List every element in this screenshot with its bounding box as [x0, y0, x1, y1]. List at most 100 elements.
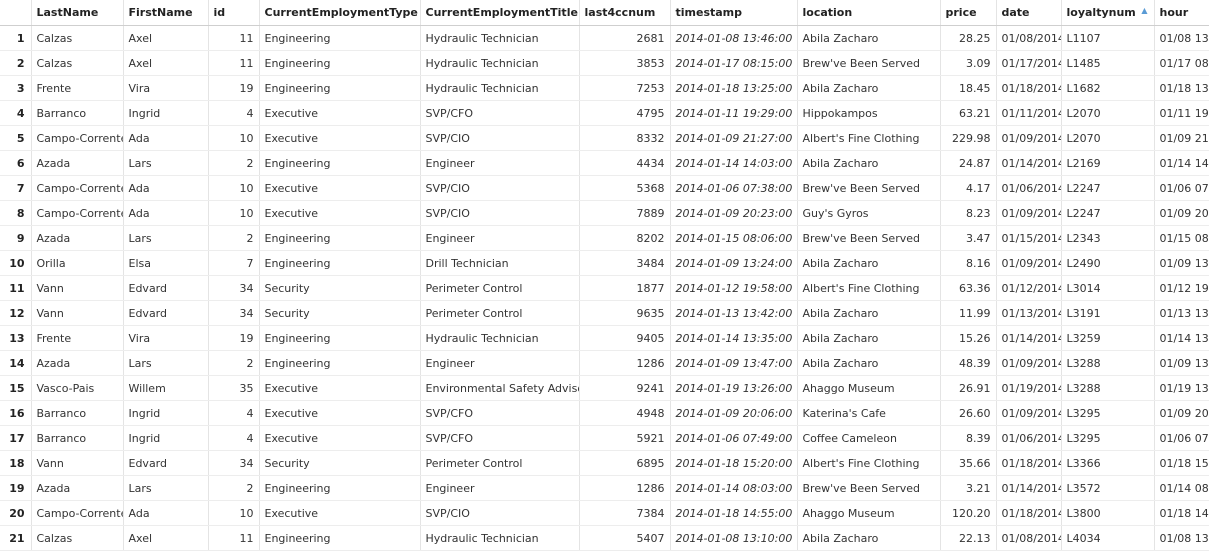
cell-value: Engineering [264, 231, 331, 245]
cell-value: 01/09/2014 [1001, 131, 1061, 145]
magnifier-icon[interactable]: ⚲ [796, 459, 797, 470]
table-row[interactable]: 1 Calzas Axel 11 Engineering Hydraulic Techni… [0, 25, 1209, 51]
cell-value: 2014-01-09 21:27:00 [675, 131, 793, 145]
sort-ascending-icon[interactable]: ▲ [1141, 6, 1147, 15]
table-row[interactable]: 15 Vasco-Pais Willem 35 Executive Environment… [0, 375, 1209, 401]
column-header-location[interactable]: location [797, 0, 941, 26]
magnifier-icon[interactable]: ⚲ [796, 434, 797, 445]
cell-value: 35.66 [959, 456, 991, 470]
table-row[interactable]: 3 Frente Vira 19 Engineering Hydraulic Techni… [0, 75, 1209, 101]
cell-value: 2014-01-09 13:24:00 [675, 256, 793, 270]
magnifier-icon[interactable]: ⚲ [796, 84, 797, 95]
cell-value: Ada [128, 206, 150, 220]
cell-loyaltynum: L3191 [1061, 300, 1155, 326]
magnifier-icon[interactable]: ⚲ [796, 134, 797, 145]
magnifier-icon[interactable]: ⚲ [796, 209, 797, 220]
magnifier-icon[interactable]: ⚲ [796, 509, 797, 520]
column-header-last4ccnum[interactable]: last4ccnum [579, 0, 671, 26]
cell-current-employment-title: SVP/CIO [420, 200, 580, 226]
table-row[interactable]: 10 Orilla Elsa 7 Engineering Drill Technician… [0, 250, 1209, 276]
cell-value: Engineering [264, 31, 331, 45]
cell-value: Vann [36, 306, 64, 320]
magnifier-icon[interactable]: ⚲ [796, 159, 797, 170]
column-header-label: timestamp [675, 6, 743, 19]
table-row[interactable]: 19 Azada Lars 2 Engineering Engineer 1286 2014-… [0, 475, 1209, 501]
cell-value: Executive [264, 506, 319, 520]
column-header-loyaltynum[interactable]: loyaltynum ▲ [1061, 0, 1155, 26]
cell-current-employment-type: Security [259, 275, 421, 301]
cell-value: 1877 [636, 281, 665, 295]
table-row[interactable]: 20 Campo-Corrente Ada 10 Executive SVP/CIO 738… [0, 500, 1209, 526]
magnifier-icon[interactable]: ⚲ [796, 384, 797, 395]
column-header-firstname[interactable]: FirstName [123, 0, 209, 26]
column-header-timestamp[interactable]: timestamp [670, 0, 798, 26]
cell-price: 4.17 [940, 175, 997, 201]
cell-lastname: Azada [31, 350, 124, 376]
column-header-date[interactable]: date [996, 0, 1062, 26]
magnifier-icon[interactable]: ⚲ [796, 309, 797, 320]
cell-location: Abila Zacharo [797, 525, 941, 551]
cell-location: Coffee Cameleon [797, 425, 941, 451]
table-row[interactable]: 13 Frente Vira 19 Engineering Hydraulic Techn… [0, 325, 1209, 351]
table-row[interactable]: 7 Campo-Corrente Ada 10 Executive SVP/CIO 5368… [0, 175, 1209, 201]
column-header-current-employment-title[interactable]: CurrentEmploymentTitle [420, 0, 580, 26]
column-header-price[interactable]: price [940, 0, 997, 26]
cell-id: 11 [208, 50, 260, 76]
magnifier-icon[interactable]: ⚲ [796, 284, 797, 295]
magnifier-icon[interactable]: ⚲ [796, 484, 797, 495]
magnifier-icon[interactable]: ⚲ [796, 359, 797, 370]
magnifier-icon[interactable]: ⚲ [796, 59, 797, 70]
cell-firstname: Ada [123, 125, 209, 151]
magnifier-icon[interactable]: ⚲ [796, 259, 797, 270]
magnifier-icon[interactable]: ⚲ [796, 34, 797, 45]
column-header-lastname[interactable]: LastName [31, 0, 124, 26]
table-row[interactable]: 18 Vann Edvard 34 Security Perimeter Control 6… [0, 450, 1209, 476]
cell-value: 4 [246, 431, 254, 445]
cell-date: 01/09/2014 [996, 350, 1062, 376]
cell-id: 34 [208, 275, 260, 301]
cell-value: 22.13 [959, 531, 991, 545]
cell-value: 1286 [636, 356, 665, 370]
cell-lastname: Barranco [31, 400, 124, 426]
table-row[interactable]: 17 Barranco Ingrid 4 Executive SVP/CFO 5921 201… [0, 425, 1209, 451]
cell-value: 2014-01-14 13:35:00 [675, 331, 793, 345]
cell-value: 01/18 13 [1159, 81, 1209, 95]
magnifier-icon[interactable]: ⚲ [796, 234, 797, 245]
cell-hour: 01/19 13 [1154, 375, 1209, 401]
column-header-current-employment-type[interactable]: CurrentEmploymentType [259, 0, 421, 26]
cell-current-employment-title: Perimeter Control [420, 300, 580, 326]
cell-hour: 01/12 19 [1154, 275, 1209, 301]
table-row[interactable]: 2 Calzas Axel 11 Engineering Hydraulic Techni… [0, 50, 1209, 76]
cell-lastname: Calzas [31, 525, 124, 551]
table-row[interactable]: 9 Azada Lars 2 Engineering Engineer 8202 2014-0… [0, 225, 1209, 251]
cell-value: Albert's Fine Clothing [802, 131, 920, 145]
cell-value: 01/06/2014 [1001, 431, 1061, 445]
table-row[interactable]: 11 Vann Edvard 34 Security Perimeter Control 1… [0, 275, 1209, 301]
column-header-row-number [0, 0, 32, 26]
table-row[interactable]: 16 Barranco Ingrid 4 Executive SVP/CFO 4948 201… [0, 400, 1209, 426]
cell-value: L3191 [1066, 306, 1101, 320]
table-row[interactable]: 8 Campo-Corrente Ada 10 Executive SVP/CIO 7889… [0, 200, 1209, 226]
cell-timestamp: 2014-01-08 13:46:00⚲ [670, 25, 798, 51]
table-row[interactable]: 14 Azada Lars 2 Engineering Engineer 1286 2014-… [0, 350, 1209, 376]
magnifier-icon[interactable]: ⚲ [796, 534, 797, 545]
cell-date: 01/11/2014 [996, 100, 1062, 126]
cell-date: 01/13/2014 [996, 300, 1062, 326]
cell-value: 2014-01-13 13:42:00 [675, 306, 793, 320]
magnifier-icon[interactable]: ⚲ [796, 409, 797, 420]
magnifier-icon[interactable]: ⚲ [796, 184, 797, 195]
table-row[interactable]: 12 Vann Edvard 34 Security Perimeter Control 9… [0, 300, 1209, 326]
table-row[interactable]: 4 Barranco Ingrid 4 Executive SVP/CFO 4795 2014… [0, 100, 1209, 126]
magnifier-icon[interactable]: ⚲ [796, 334, 797, 345]
table-row[interactable]: 5 Campo-Corrente Ada 10 Executive SVP/CIO 8332… [0, 125, 1209, 151]
cell-value: 2 [246, 481, 254, 495]
column-header-id[interactable]: id [208, 0, 260, 26]
cell-value: 12 [9, 306, 25, 320]
cell-current-employment-type: Executive [259, 375, 421, 401]
cell-row-number: 10 [0, 250, 32, 276]
cell-lastname: Campo-Corrente [31, 500, 124, 526]
magnifier-icon[interactable]: ⚲ [796, 109, 797, 120]
table-row[interactable]: 6 Azada Lars 2 Engineering Engineer 4434 2014-0… [0, 150, 1209, 176]
table-row[interactable]: 21 Calzas Axel 11 Engineering Hydraulic Techn… [0, 525, 1209, 551]
column-header-hour[interactable]: hour [1154, 0, 1209, 26]
